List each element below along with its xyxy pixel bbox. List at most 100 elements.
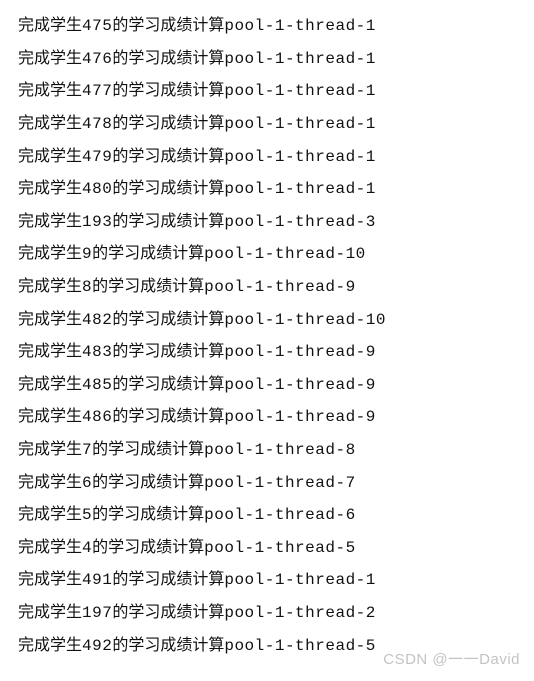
log-line: 完成学生4的学习成绩计算pool-1-thread-5 — [18, 532, 516, 565]
pool-prefix: pool-1-thread- — [224, 17, 365, 35]
thread-id: 10 — [346, 245, 366, 263]
log-line: 完成学生476的学习成绩计算pool-1-thread-1 — [18, 43, 516, 76]
log-middle: 的学习成绩计算 — [112, 376, 224, 393]
student-id: 5 — [82, 506, 92, 524]
student-id: 479 — [82, 148, 112, 166]
thread-id: 8 — [346, 441, 356, 459]
thread-id: 1 — [366, 571, 376, 589]
log-prefix: 完成学生 — [18, 311, 82, 328]
thread-id: 1 — [366, 115, 376, 133]
watermark-text: CSDN @一一David — [383, 648, 520, 669]
thread-id: 3 — [366, 213, 376, 231]
log-line: 完成学生7的学习成绩计算pool-1-thread-8 — [18, 434, 516, 467]
student-id: 486 — [82, 408, 112, 426]
log-line: 完成学生5的学习成绩计算pool-1-thread-6 — [18, 499, 516, 532]
student-id: 6 — [82, 474, 92, 492]
pool-prefix: pool-1-thread- — [204, 539, 345, 557]
log-line: 完成学生193的学习成绩计算pool-1-thread-3 — [18, 206, 516, 239]
log-prefix: 完成学生 — [18, 604, 82, 621]
pool-prefix: pool-1-thread- — [224, 213, 365, 231]
log-prefix: 完成学生 — [18, 278, 82, 295]
log-middle: 的学习成绩计算 — [112, 637, 224, 654]
log-prefix: 完成学生 — [18, 539, 82, 556]
log-middle: 的学习成绩计算 — [92, 245, 204, 262]
thread-id: 9 — [366, 343, 376, 361]
pool-prefix: pool-1-thread- — [224, 311, 365, 329]
log-prefix: 完成学生 — [18, 376, 82, 393]
student-id: 193 — [82, 213, 112, 231]
thread-id: 2 — [366, 604, 376, 622]
pool-prefix: pool-1-thread- — [224, 571, 365, 589]
log-prefix: 完成学生 — [18, 474, 82, 491]
student-id: 8 — [82, 278, 92, 296]
log-middle: 的学习成绩计算 — [92, 539, 204, 556]
student-id: 492 — [82, 637, 112, 655]
log-middle: 的学习成绩计算 — [112, 343, 224, 360]
log-prefix: 完成学生 — [18, 17, 82, 34]
log-middle: 的学习成绩计算 — [112, 115, 224, 132]
log-line: 完成学生479的学习成绩计算pool-1-thread-1 — [18, 140, 516, 173]
log-prefix: 完成学生 — [18, 180, 82, 197]
log-prefix: 完成学生 — [18, 213, 82, 230]
thread-id: 1 — [366, 82, 376, 100]
log-line: 完成学生478的学习成绩计算pool-1-thread-1 — [18, 108, 516, 141]
log-middle: 的学习成绩计算 — [112, 180, 224, 197]
log-line: 完成学生486的学习成绩计算pool-1-thread-9 — [18, 401, 516, 434]
log-line: 完成学生485的学习成绩计算pool-1-thread-9 — [18, 369, 516, 402]
thread-id: 5 — [366, 637, 376, 655]
student-id: 483 — [82, 343, 112, 361]
student-id: 478 — [82, 115, 112, 133]
log-line: 完成学生9的学习成绩计算pool-1-thread-10 — [18, 238, 516, 271]
thread-id: 7 — [346, 474, 356, 492]
pool-prefix: pool-1-thread- — [224, 115, 365, 133]
pool-prefix: pool-1-thread- — [204, 245, 345, 263]
log-line: 完成学生6的学习成绩计算pool-1-thread-7 — [18, 466, 516, 499]
thread-id: 5 — [346, 539, 356, 557]
pool-prefix: pool-1-thread- — [204, 506, 345, 524]
log-middle: 的学习成绩计算 — [112, 408, 224, 425]
thread-id: 1 — [366, 148, 376, 166]
log-line: 完成学生482的学习成绩计算pool-1-thread-10 — [18, 303, 516, 336]
pool-prefix: pool-1-thread- — [204, 441, 345, 459]
pool-prefix: pool-1-thread- — [224, 50, 365, 68]
student-id: 197 — [82, 604, 112, 622]
pool-prefix: pool-1-thread- — [224, 148, 365, 166]
student-id: 476 — [82, 50, 112, 68]
log-middle: 的学习成绩计算 — [112, 604, 224, 621]
log-prefix: 完成学生 — [18, 506, 82, 523]
pool-prefix: pool-1-thread- — [224, 82, 365, 100]
log-middle: 的学习成绩计算 — [92, 506, 204, 523]
log-prefix: 完成学生 — [18, 82, 82, 99]
log-line: 完成学生8的学习成绩计算pool-1-thread-9 — [18, 271, 516, 304]
log-middle: 的学习成绩计算 — [92, 474, 204, 491]
thread-id: 1 — [366, 17, 376, 35]
log-prefix: 完成学生 — [18, 245, 82, 262]
thread-id: 9 — [346, 278, 356, 296]
pool-prefix: pool-1-thread- — [204, 278, 345, 296]
log-middle: 的学习成绩计算 — [112, 571, 224, 588]
log-middle: 的学习成绩计算 — [112, 311, 224, 328]
student-id: 477 — [82, 82, 112, 100]
log-line: 完成学生475的学习成绩计算pool-1-thread-1 — [18, 10, 516, 43]
pool-prefix: pool-1-thread- — [224, 343, 365, 361]
student-id: 491 — [82, 571, 112, 589]
thread-id: 1 — [366, 50, 376, 68]
log-middle: 的学习成绩计算 — [112, 50, 224, 67]
student-id: 480 — [82, 180, 112, 198]
log-middle: 的学习成绩计算 — [112, 17, 224, 34]
thread-id: 6 — [346, 506, 356, 524]
log-line: 完成学生480的学习成绩计算pool-1-thread-1 — [18, 173, 516, 206]
log-prefix: 完成学生 — [18, 148, 82, 165]
student-id: 475 — [82, 17, 112, 35]
thread-id: 10 — [366, 311, 386, 329]
log-prefix: 完成学生 — [18, 441, 82, 458]
student-id: 9 — [82, 245, 92, 263]
log-prefix: 完成学生 — [18, 571, 82, 588]
pool-prefix: pool-1-thread- — [224, 180, 365, 198]
log-middle: 的学习成绩计算 — [92, 441, 204, 458]
log-line: 完成学生197的学习成绩计算pool-1-thread-2 — [18, 597, 516, 630]
student-id: 4 — [82, 539, 92, 557]
pool-prefix: pool-1-thread- — [224, 408, 365, 426]
log-line: 完成学生491的学习成绩计算pool-1-thread-1 — [18, 564, 516, 597]
student-id: 7 — [82, 441, 92, 459]
